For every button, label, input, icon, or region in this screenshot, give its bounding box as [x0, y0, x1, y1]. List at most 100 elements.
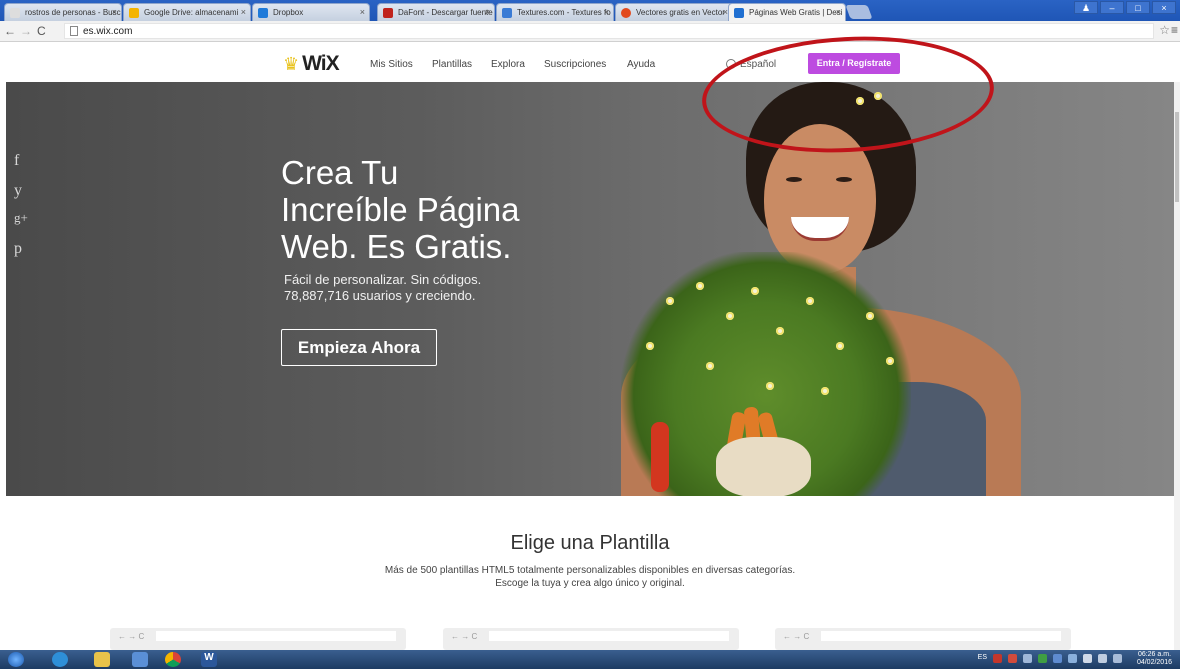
system-tray: ES — [978, 654, 1122, 663]
dropbox-icon — [258, 8, 268, 18]
volume-icon[interactable] — [1113, 654, 1122, 663]
crown-icon: ♛ — [283, 53, 300, 74]
flower — [821, 387, 829, 395]
flower — [751, 287, 759, 295]
back-icon[interactable]: ← — [4, 24, 16, 38]
browser-tab[interactable]: rostros de personas - Busc × — [4, 3, 122, 21]
pinterest-icon[interactable]: p — [14, 240, 22, 258]
close-icon[interactable]: × — [836, 7, 841, 17]
flower — [666, 297, 674, 305]
hero-photo-eye — [836, 177, 852, 182]
textures-icon — [502, 8, 512, 18]
internet-explorer-icon[interactable] — [52, 652, 68, 667]
template-preview[interactable]: ← → C — [110, 628, 406, 650]
close-icon[interactable]: × — [360, 7, 365, 17]
twitter-icon[interactable]: y — [14, 182, 22, 200]
page-icon — [70, 26, 78, 36]
flag-icon[interactable] — [1083, 654, 1092, 663]
minimize-button[interactable]: – — [1100, 1, 1124, 14]
new-tab-button[interactable] — [845, 5, 873, 19]
bookmark-star-icon[interactable]: ☆ — [1159, 23, 1170, 37]
google-plus-icon[interactable]: g+ — [14, 210, 28, 226]
forward-icon[interactable]: → — [20, 24, 32, 38]
template-preview[interactable]: ← → C — [775, 628, 1071, 650]
flower — [706, 362, 714, 370]
flower — [726, 312, 734, 320]
close-window-button[interactable]: × — [1152, 1, 1176, 14]
templates-description-1: Más de 500 plantillas HTML5 totalmente p… — [384, 565, 796, 576]
browser-tab[interactable]: Dropbox × — [252, 3, 370, 21]
templates-title: Elige una Plantilla — [510, 532, 670, 554]
hero-photo-eye — [786, 177, 802, 182]
browser-tab-active[interactable]: Páginas Web Gratis | Desi × — [728, 3, 846, 22]
windows-taskbar: W ES 06:26 a.m. 04/02/2016 — [0, 650, 1180, 669]
language-indicator[interactable]: ES — [978, 654, 987, 663]
wix-logo[interactable]: ♛ WiX — [283, 52, 340, 76]
system-clock[interactable]: 06:26 a.m. 04/02/2016 — [1137, 651, 1172, 667]
word-icon[interactable]: W — [201, 652, 217, 667]
browser-tab[interactable]: Google Drive: almacenami × — [123, 3, 251, 21]
templates-description-2: Escoge la tuya y crea algo único y origi… — [495, 578, 685, 589]
vecteezy-icon — [621, 8, 631, 18]
close-icon[interactable]: × — [485, 7, 490, 17]
hero-headline-line-3: Web. Es Gratis. — [281, 228, 512, 265]
wix-icon — [734, 8, 744, 18]
flower — [836, 342, 844, 350]
google-icon — [10, 8, 20, 18]
close-icon[interactable]: × — [112, 7, 117, 17]
hero-banner: f y g+ p Crea Tu Increíble Página Web. E… — [6, 82, 1176, 496]
window-controls: ♟ – □ × — [1074, 1, 1176, 14]
flower — [806, 297, 814, 305]
tray-icon[interactable] — [1038, 654, 1047, 663]
menu-icon[interactable]: ≡ — [1171, 23, 1178, 37]
flower — [646, 342, 654, 350]
dafont-icon — [383, 8, 393, 18]
hero-subline-2: 78,887,716 usuarios y creciendo. — [284, 288, 476, 303]
pruning-shears — [651, 422, 669, 492]
address-bar: ← → C es.wix.com ☆ ≡ — [0, 21, 1180, 42]
nav-ayuda[interactable]: Ayuda — [627, 59, 655, 70]
close-icon[interactable]: × — [604, 7, 609, 17]
page-scrollbar[interactable] — [1174, 82, 1180, 650]
browser-tab[interactable]: DaFont - Descargar fuente × — [377, 3, 495, 21]
flower — [866, 312, 874, 320]
user-icon[interactable]: ♟ — [1074, 1, 1098, 14]
media-icon[interactable] — [132, 652, 148, 667]
tray-icon[interactable] — [993, 654, 1002, 663]
browser-tab-strip: rostros de personas - Busc × Google Driv… — [0, 0, 1180, 22]
facebook-icon[interactable]: f — [14, 152, 19, 170]
hero-headline-line-1: Crea Tu — [281, 154, 399, 191]
url-input[interactable]: es.wix.com — [64, 23, 1154, 39]
flower — [776, 327, 784, 335]
start-now-button[interactable]: Empieza Ahora — [281, 329, 437, 366]
template-preview[interactable]: ← → C — [443, 628, 739, 650]
network-icon[interactable] — [1098, 654, 1107, 663]
nav-mis-sitios[interactable]: Mis Sitios — [370, 59, 413, 70]
browser-tab[interactable]: Vectores gratis en Vector × — [615, 3, 733, 21]
maximize-button[interactable]: □ — [1126, 1, 1150, 14]
hero-headline-line-2: Increíble Página — [281, 191, 520, 228]
browser-tab[interactable]: Textures.com - Textures fo × — [496, 3, 614, 21]
flower — [766, 382, 774, 390]
scrollbar-thumb[interactable] — [1175, 112, 1179, 202]
start-button-icon[interactable] — [8, 652, 24, 667]
hero-subline-1: Fácil de personalizar. Sin códigos. — [284, 272, 482, 287]
nav-explora[interactable]: Explora — [491, 59, 525, 70]
flower — [886, 357, 894, 365]
browser-nav-icon: ← → C — [783, 632, 810, 641]
browser-nav-icon: ← → C — [451, 632, 478, 641]
chrome-icon[interactable] — [165, 652, 181, 667]
browser-nav-icon: ← → C — [118, 632, 145, 641]
nav-suscripciones[interactable]: Suscripciones — [544, 59, 606, 70]
file-explorer-icon[interactable] — [94, 652, 110, 667]
tray-icon[interactable] — [1023, 654, 1032, 663]
close-icon[interactable]: × — [241, 7, 246, 17]
garden-glove — [716, 437, 811, 496]
google-drive-icon — [129, 8, 139, 18]
tray-icon[interactable] — [1068, 654, 1077, 663]
tray-icon[interactable] — [1008, 654, 1017, 663]
reload-icon[interactable]: C — [37, 24, 46, 38]
flower — [696, 282, 704, 290]
tray-icon[interactable] — [1053, 654, 1062, 663]
nav-plantillas[interactable]: Plantillas — [432, 59, 472, 70]
